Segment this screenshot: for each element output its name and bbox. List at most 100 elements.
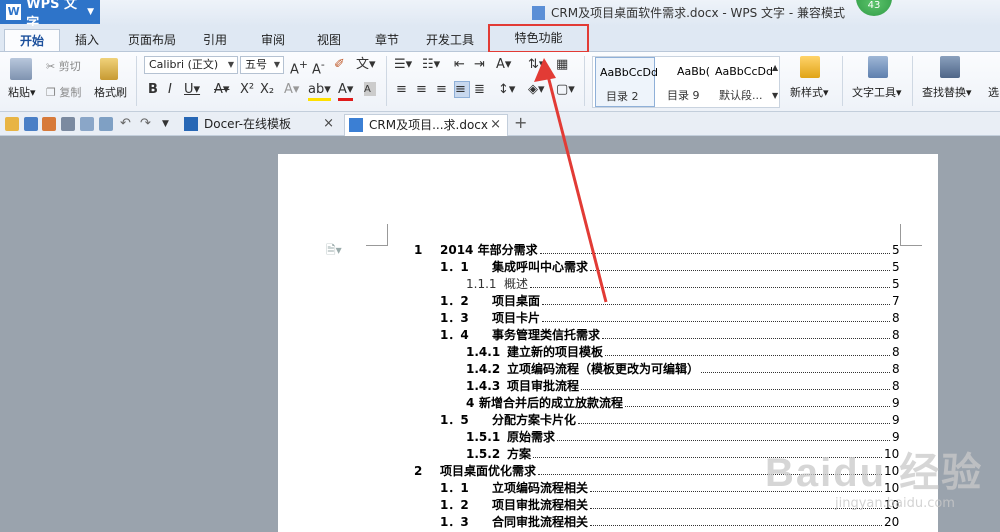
increase-indent-icon[interactable]: ⇥ bbox=[474, 57, 485, 73]
new-style-button[interactable]: 新样式▾ bbox=[790, 84, 829, 100]
justify-icon[interactable]: ≡ bbox=[454, 81, 470, 98]
text-tools-icon bbox=[868, 56, 888, 78]
toc-number: 1．1 bbox=[440, 481, 469, 495]
toc-page-number: 7 bbox=[892, 294, 900, 308]
gallery-scroll-up-icon[interactable]: ▲ bbox=[772, 60, 778, 76]
toc-page-number: 8 bbox=[892, 345, 900, 359]
bullet-list-icon[interactable]: ☰▾ bbox=[394, 57, 412, 73]
align-center-icon[interactable]: ≡ bbox=[416, 82, 427, 98]
chevron-down-icon: ▼ bbox=[273, 60, 280, 69]
toc-entry[interactable]: 4 新增合并后的成立放款流程 9 bbox=[278, 395, 918, 411]
close-icon[interactable]: × bbox=[323, 114, 334, 134]
grow-font-icon[interactable]: A+ bbox=[290, 57, 308, 78]
tab-page-layout[interactable]: 页面布局 bbox=[120, 29, 184, 51]
toc-text: 原始需求 bbox=[507, 430, 556, 444]
toc-number: 1．3 bbox=[440, 311, 469, 325]
print-preview-icon[interactable] bbox=[80, 117, 94, 131]
cut-label: 剪切 bbox=[58, 60, 81, 73]
tab-special-features[interactable]: 特色功能 bbox=[488, 24, 589, 53]
strikethrough-icon[interactable]: A▾ bbox=[214, 82, 229, 98]
tab-insert[interactable]: 插入 bbox=[62, 29, 112, 51]
redo-icon[interactable]: ↷ bbox=[140, 116, 151, 132]
font-color-icon[interactable]: A▾ bbox=[338, 82, 354, 101]
style-preview: AaBb( bbox=[677, 65, 711, 78]
toc-page-number: 8 bbox=[892, 362, 900, 376]
subscript-icon[interactable]: X₂ bbox=[260, 82, 274, 98]
shrink-font-icon[interactable]: A- bbox=[312, 57, 325, 78]
save-icon[interactable] bbox=[24, 117, 38, 131]
bold-icon[interactable]: B bbox=[148, 82, 158, 98]
phonetic-icon[interactable]: 文▾ bbox=[356, 57, 376, 73]
align-left-icon[interactable]: ≡ bbox=[396, 82, 407, 98]
cut-button[interactable]: ✂ 剪切 bbox=[46, 58, 81, 74]
toc-page-number: 5 bbox=[892, 243, 900, 257]
font-name-select[interactable]: Calibri (正文) ▼ bbox=[144, 56, 238, 74]
new-style-label: 新样式 bbox=[790, 86, 823, 99]
decrease-indent-icon[interactable]: ⇤ bbox=[454, 57, 465, 73]
toc-number: 1.4.3 bbox=[466, 379, 501, 393]
notification-badge[interactable]: 43 bbox=[856, 0, 892, 16]
toc-entry[interactable]: 1.4.2 立项编码流程（模板更改为可编辑） 8 bbox=[278, 361, 918, 377]
text-effect-icon[interactable]: A▾ bbox=[284, 82, 299, 98]
toc-text: 分配方案卡片化 bbox=[492, 413, 577, 427]
toc-entry[interactable]: 1．3 项目卡片 8 bbox=[278, 310, 918, 326]
ribbon-tabs: 开始 插入 页面布局 引用 审阅 视图 章节 开发工具 特色功能 bbox=[0, 24, 1000, 53]
export-pdf-icon[interactable] bbox=[42, 117, 56, 131]
print-icon[interactable] bbox=[61, 117, 75, 131]
clear-format-icon[interactable]: ✐ bbox=[334, 57, 345, 73]
numbered-list-icon[interactable]: ☷▾ bbox=[422, 57, 440, 73]
text-tools-button[interactable]: 文字工具▾ bbox=[852, 84, 902, 100]
spell-check-icon[interactable] bbox=[99, 117, 113, 131]
italic-icon[interactable]: I bbox=[168, 82, 172, 98]
gallery-more-icon[interactable]: ▼ bbox=[772, 88, 778, 104]
font-name-value: Calibri (正文) bbox=[149, 58, 219, 71]
style-toc-9[interactable]: AaBb( 目录 9 bbox=[657, 57, 717, 107]
doc-tab-crm[interactable]: CRM及项目...求.docx × bbox=[344, 114, 508, 136]
char-shading-icon[interactable]: A bbox=[364, 82, 376, 96]
undo-icon[interactable]: ↶ bbox=[120, 116, 131, 132]
tab-developer-tools[interactable]: 开发工具 bbox=[418, 29, 482, 51]
align-right-icon[interactable]: ≡ bbox=[436, 82, 447, 98]
tab-section[interactable]: 章节 bbox=[364, 29, 410, 51]
distribute-icon[interactable]: ≣ bbox=[474, 82, 485, 98]
toc-entry[interactable]: 1.4.1 建立新的项目模板 8 bbox=[278, 344, 918, 360]
style-gallery: AaBbCcDd 目录 2 AaBb( 目录 9 AaBbCcDd 默认段... bbox=[592, 56, 780, 108]
select-button[interactable]: 选 bbox=[988, 84, 999, 100]
chevron-down-icon: ▼ bbox=[87, 7, 94, 17]
watermark: Baidu 经验 jingyan.baidu.com bbox=[765, 420, 995, 530]
toc-text: 合同审批流程相关 bbox=[492, 515, 589, 529]
toc-text: 建立新的项目模板 bbox=[507, 345, 604, 359]
toc-leader-dots bbox=[602, 327, 890, 339]
tab-review[interactable]: 审阅 bbox=[250, 29, 296, 51]
toc-number: 4 bbox=[466, 396, 475, 410]
underline-icon[interactable]: U▾ bbox=[184, 82, 200, 98]
wps-logo-icon: W bbox=[6, 4, 22, 20]
toc-entry[interactable]: 1.4.3 项目审批流程 8 bbox=[278, 378, 918, 394]
format-painter-button[interactable]: 格式刷 bbox=[94, 84, 127, 100]
doc-tab-docer[interactable]: Docer-在线模板 × bbox=[180, 114, 340, 136]
paste-button[interactable]: 粘贴▾ bbox=[8, 84, 36, 100]
toc-page-number: 5 bbox=[892, 260, 900, 274]
tab-view[interactable]: 视图 bbox=[306, 29, 352, 51]
find-replace-label: 查找替换 bbox=[922, 86, 966, 99]
toc-entry[interactable]: 1．4 事务管理类信托需求 8 bbox=[278, 327, 918, 343]
toc-text: 方案 bbox=[507, 447, 532, 461]
open-folder-icon[interactable] bbox=[5, 117, 19, 131]
binoculars-icon bbox=[940, 56, 960, 78]
toc-number: 1.5.2 bbox=[466, 447, 501, 461]
copy-button[interactable]: ❐ 复制 bbox=[46, 84, 81, 100]
font-size-value: 五号 bbox=[245, 58, 267, 71]
title-bar: W WPS 文字 ▼ CRM及项目桌面软件需求.docx - WPS 文字 - … bbox=[0, 0, 1000, 31]
tab-home[interactable]: 开始 bbox=[4, 29, 60, 51]
text-tools-label: 文字工具 bbox=[852, 86, 896, 99]
style-default-paragraph[interactable]: AaBbCcDd 默认段... bbox=[713, 57, 773, 107]
highlight-icon[interactable]: ab▾ bbox=[308, 82, 331, 101]
doc-tab-label: Docer-在线模板 bbox=[204, 117, 292, 131]
superscript-icon[interactable]: X² bbox=[240, 82, 254, 98]
font-size-select[interactable]: 五号 ▼ bbox=[240, 56, 284, 74]
find-replace-button[interactable]: 查找替换▾ bbox=[922, 84, 972, 100]
tab-references[interactable]: 引用 bbox=[192, 29, 238, 51]
toc-leader-dots bbox=[701, 361, 890, 373]
app-menu-button[interactable]: W WPS 文字 ▼ bbox=[0, 0, 100, 31]
customize-toolbar-icon[interactable]: ▼ bbox=[162, 116, 169, 132]
